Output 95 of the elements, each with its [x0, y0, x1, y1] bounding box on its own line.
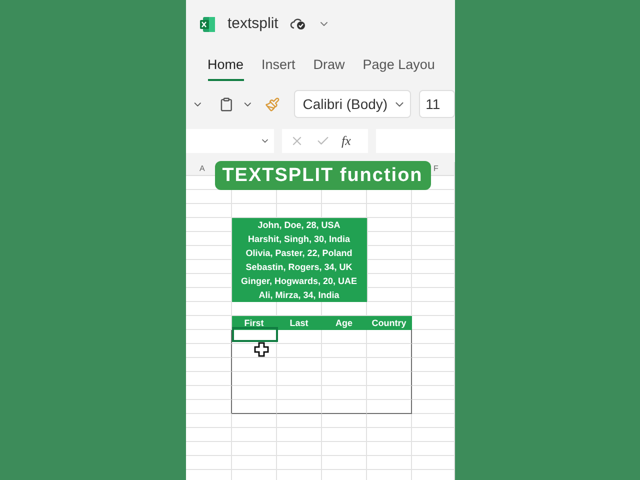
- text-cell: Sebastin, Rogers, 34, UK: [232, 260, 366, 274]
- empty-cell: [232, 386, 276, 400]
- empty-cell: [232, 400, 276, 414]
- empty-cell: [322, 414, 366, 428]
- ribbon-tab[interactable]: Insert: [262, 51, 296, 81]
- title-banner: TEXTSPLIT function: [214, 161, 430, 190]
- empty-cell: [232, 358, 276, 372]
- empty-cell: [186, 330, 232, 344]
- font-size-field[interactable]: 11: [418, 90, 454, 118]
- empty-cell: [232, 414, 276, 428]
- empty-cell: [276, 330, 322, 344]
- empty-cell: [232, 428, 276, 442]
- empty-cell: [276, 414, 322, 428]
- empty-cell: [186, 302, 232, 316]
- empty-cell: [186, 358, 232, 372]
- column-header[interactable]: F: [434, 164, 438, 173]
- empty-cell: [322, 330, 366, 344]
- empty-cell: [366, 330, 412, 344]
- ribbon-tab[interactable]: Draw: [313, 51, 345, 81]
- empty-cell: [322, 428, 366, 442]
- empty-cell: [366, 204, 412, 218]
- ribbon-tab[interactable]: Page Layou: [362, 51, 435, 81]
- empty-cell: [412, 218, 454, 232]
- cloud-check-icon[interactable]: [290, 18, 306, 30]
- text-cell: Harshit, Singh, 30, India: [232, 232, 366, 246]
- empty-cell: [412, 414, 454, 428]
- insert-function-button[interactable]: fx: [342, 131, 351, 151]
- empty-cell: [366, 358, 412, 372]
- empty-cell: [322, 358, 366, 372]
- spreadsheet-logo-icon[interactable]: [198, 16, 216, 32]
- empty-cell: [186, 372, 232, 386]
- empty-cell: [412, 400, 454, 414]
- empty-cell: [276, 456, 322, 470]
- text-cell: Ali, Mirza, 34, India: [232, 288, 366, 302]
- empty-cell: [276, 442, 322, 456]
- empty-cell: [412, 260, 454, 274]
- plus-cursor-icon: [254, 342, 268, 357]
- empty-cell: [276, 386, 322, 400]
- empty-cell: [322, 400, 366, 414]
- ribbon-tab[interactable]: Home: [208, 51, 244, 81]
- empty-cell: [276, 428, 322, 442]
- empty-cell: [186, 344, 232, 358]
- empty-cell: [412, 232, 454, 246]
- empty-cell: [412, 302, 454, 316]
- empty-cell: [412, 204, 454, 218]
- empty-cell: [276, 400, 322, 414]
- empty-cell: [366, 414, 412, 428]
- selected-cell[interactable]: [232, 327, 278, 342]
- column-header[interactable]: A: [200, 164, 205, 173]
- empty-cell: [322, 386, 366, 400]
- empty-cell: [366, 456, 412, 470]
- formula-field[interactable]: [376, 129, 454, 153]
- text-cell: Ginger, Hogwards, 20, UAE: [232, 274, 366, 288]
- clipboard-icon[interactable]: [218, 96, 234, 112]
- empty-cell: [276, 372, 322, 386]
- empty-cell: [186, 456, 232, 470]
- empty-cell: [186, 414, 232, 428]
- empty-cell: [412, 372, 454, 386]
- empty-cell: [412, 344, 454, 358]
- empty-cell: [232, 372, 276, 386]
- empty-cell: [412, 456, 454, 470]
- empty-cell: [366, 428, 412, 442]
- empty-cell: [412, 274, 454, 288]
- empty-cell: [186, 400, 232, 414]
- empty-cell: [412, 386, 454, 400]
- empty-cell: [412, 330, 454, 344]
- text-cell: Olivia, Paster, 22, Poland: [232, 246, 366, 260]
- empty-cell: [186, 204, 232, 218]
- empty-cell: [412, 442, 454, 456]
- empty-cell: [232, 456, 276, 470]
- document-title: textsplit: [228, 14, 278, 34]
- empty-cell: [322, 456, 366, 470]
- empty-cell: [366, 400, 412, 414]
- font-dropdown[interactable]: Calibri (Body): [294, 90, 411, 118]
- empty-cell: [186, 428, 232, 442]
- empty-cell: [412, 246, 454, 260]
- column-header-cell: Country: [366, 316, 412, 330]
- empty-cell: [366, 442, 412, 456]
- empty-cell: [412, 428, 454, 442]
- empty-cell: [322, 442, 366, 456]
- empty-cell: [276, 358, 322, 372]
- empty-cell: [412, 288, 454, 302]
- empty-cell: [232, 442, 276, 456]
- empty-cell: [366, 344, 412, 358]
- empty-cell: [186, 386, 232, 400]
- text-cell: John, Doe, 28, USA: [232, 218, 366, 232]
- empty-cell: [276, 344, 322, 358]
- empty-cell: [366, 386, 412, 400]
- empty-cell: [186, 442, 232, 456]
- empty-cell: [366, 372, 412, 386]
- empty-cell: [322, 344, 366, 358]
- column-header-cell: Last: [276, 316, 322, 330]
- empty-cell: [322, 372, 366, 386]
- column-header-cell: Age: [322, 316, 366, 330]
- empty-cell: [412, 358, 454, 372]
